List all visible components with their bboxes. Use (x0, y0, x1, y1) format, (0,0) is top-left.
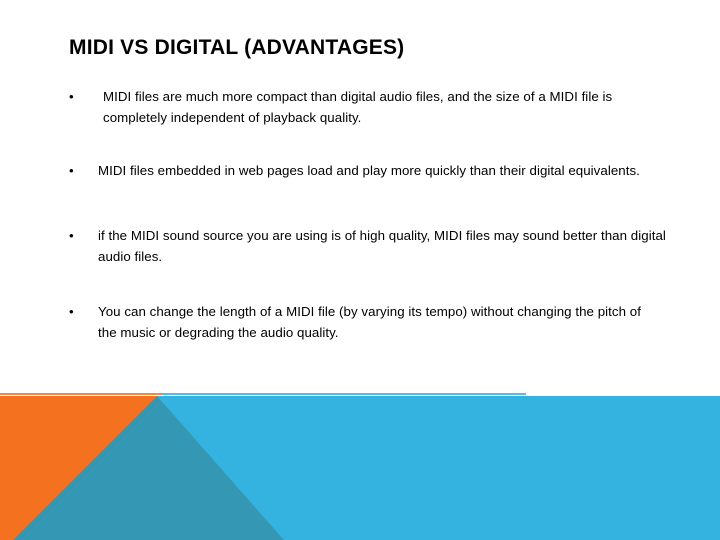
divider-right-segment (162, 393, 526, 395)
list-item: • if the MIDI sound source you are using… (69, 225, 669, 267)
bullet-dot-icon: • (69, 228, 74, 243)
list-item-text: You can change the length of a MIDI file… (98, 304, 641, 340)
list-item-text: if the MIDI sound source you are using i… (98, 228, 666, 264)
list-item-text: MIDI files embedded in web pages load an… (98, 163, 640, 178)
bullet-dot-icon: • (69, 89, 74, 104)
divider-left-segment (0, 393, 162, 395)
footer-teal-shape (13, 396, 284, 540)
divider (0, 393, 526, 395)
footer-blue-shape (0, 396, 720, 540)
list-item-text: MIDI files are much more compact than di… (103, 89, 613, 125)
bullet-list: • MIDI files are much more compact than … (69, 86, 669, 343)
bullet-dot-icon: • (69, 163, 74, 178)
slide-canvas: MIDI VS DIGITAL (ADVANTAGES) • MIDI file… (0, 0, 720, 540)
list-item: • MIDI files embedded in web pages load … (69, 160, 669, 181)
list-item: • You can change the length of a MIDI fi… (69, 301, 669, 343)
page-title: MIDI VS DIGITAL (ADVANTAGES) (69, 36, 405, 59)
footer-orange-shape (0, 396, 157, 540)
list-item: • MIDI files are much more compact than … (69, 86, 669, 128)
bullet-dot-icon: • (69, 304, 74, 319)
